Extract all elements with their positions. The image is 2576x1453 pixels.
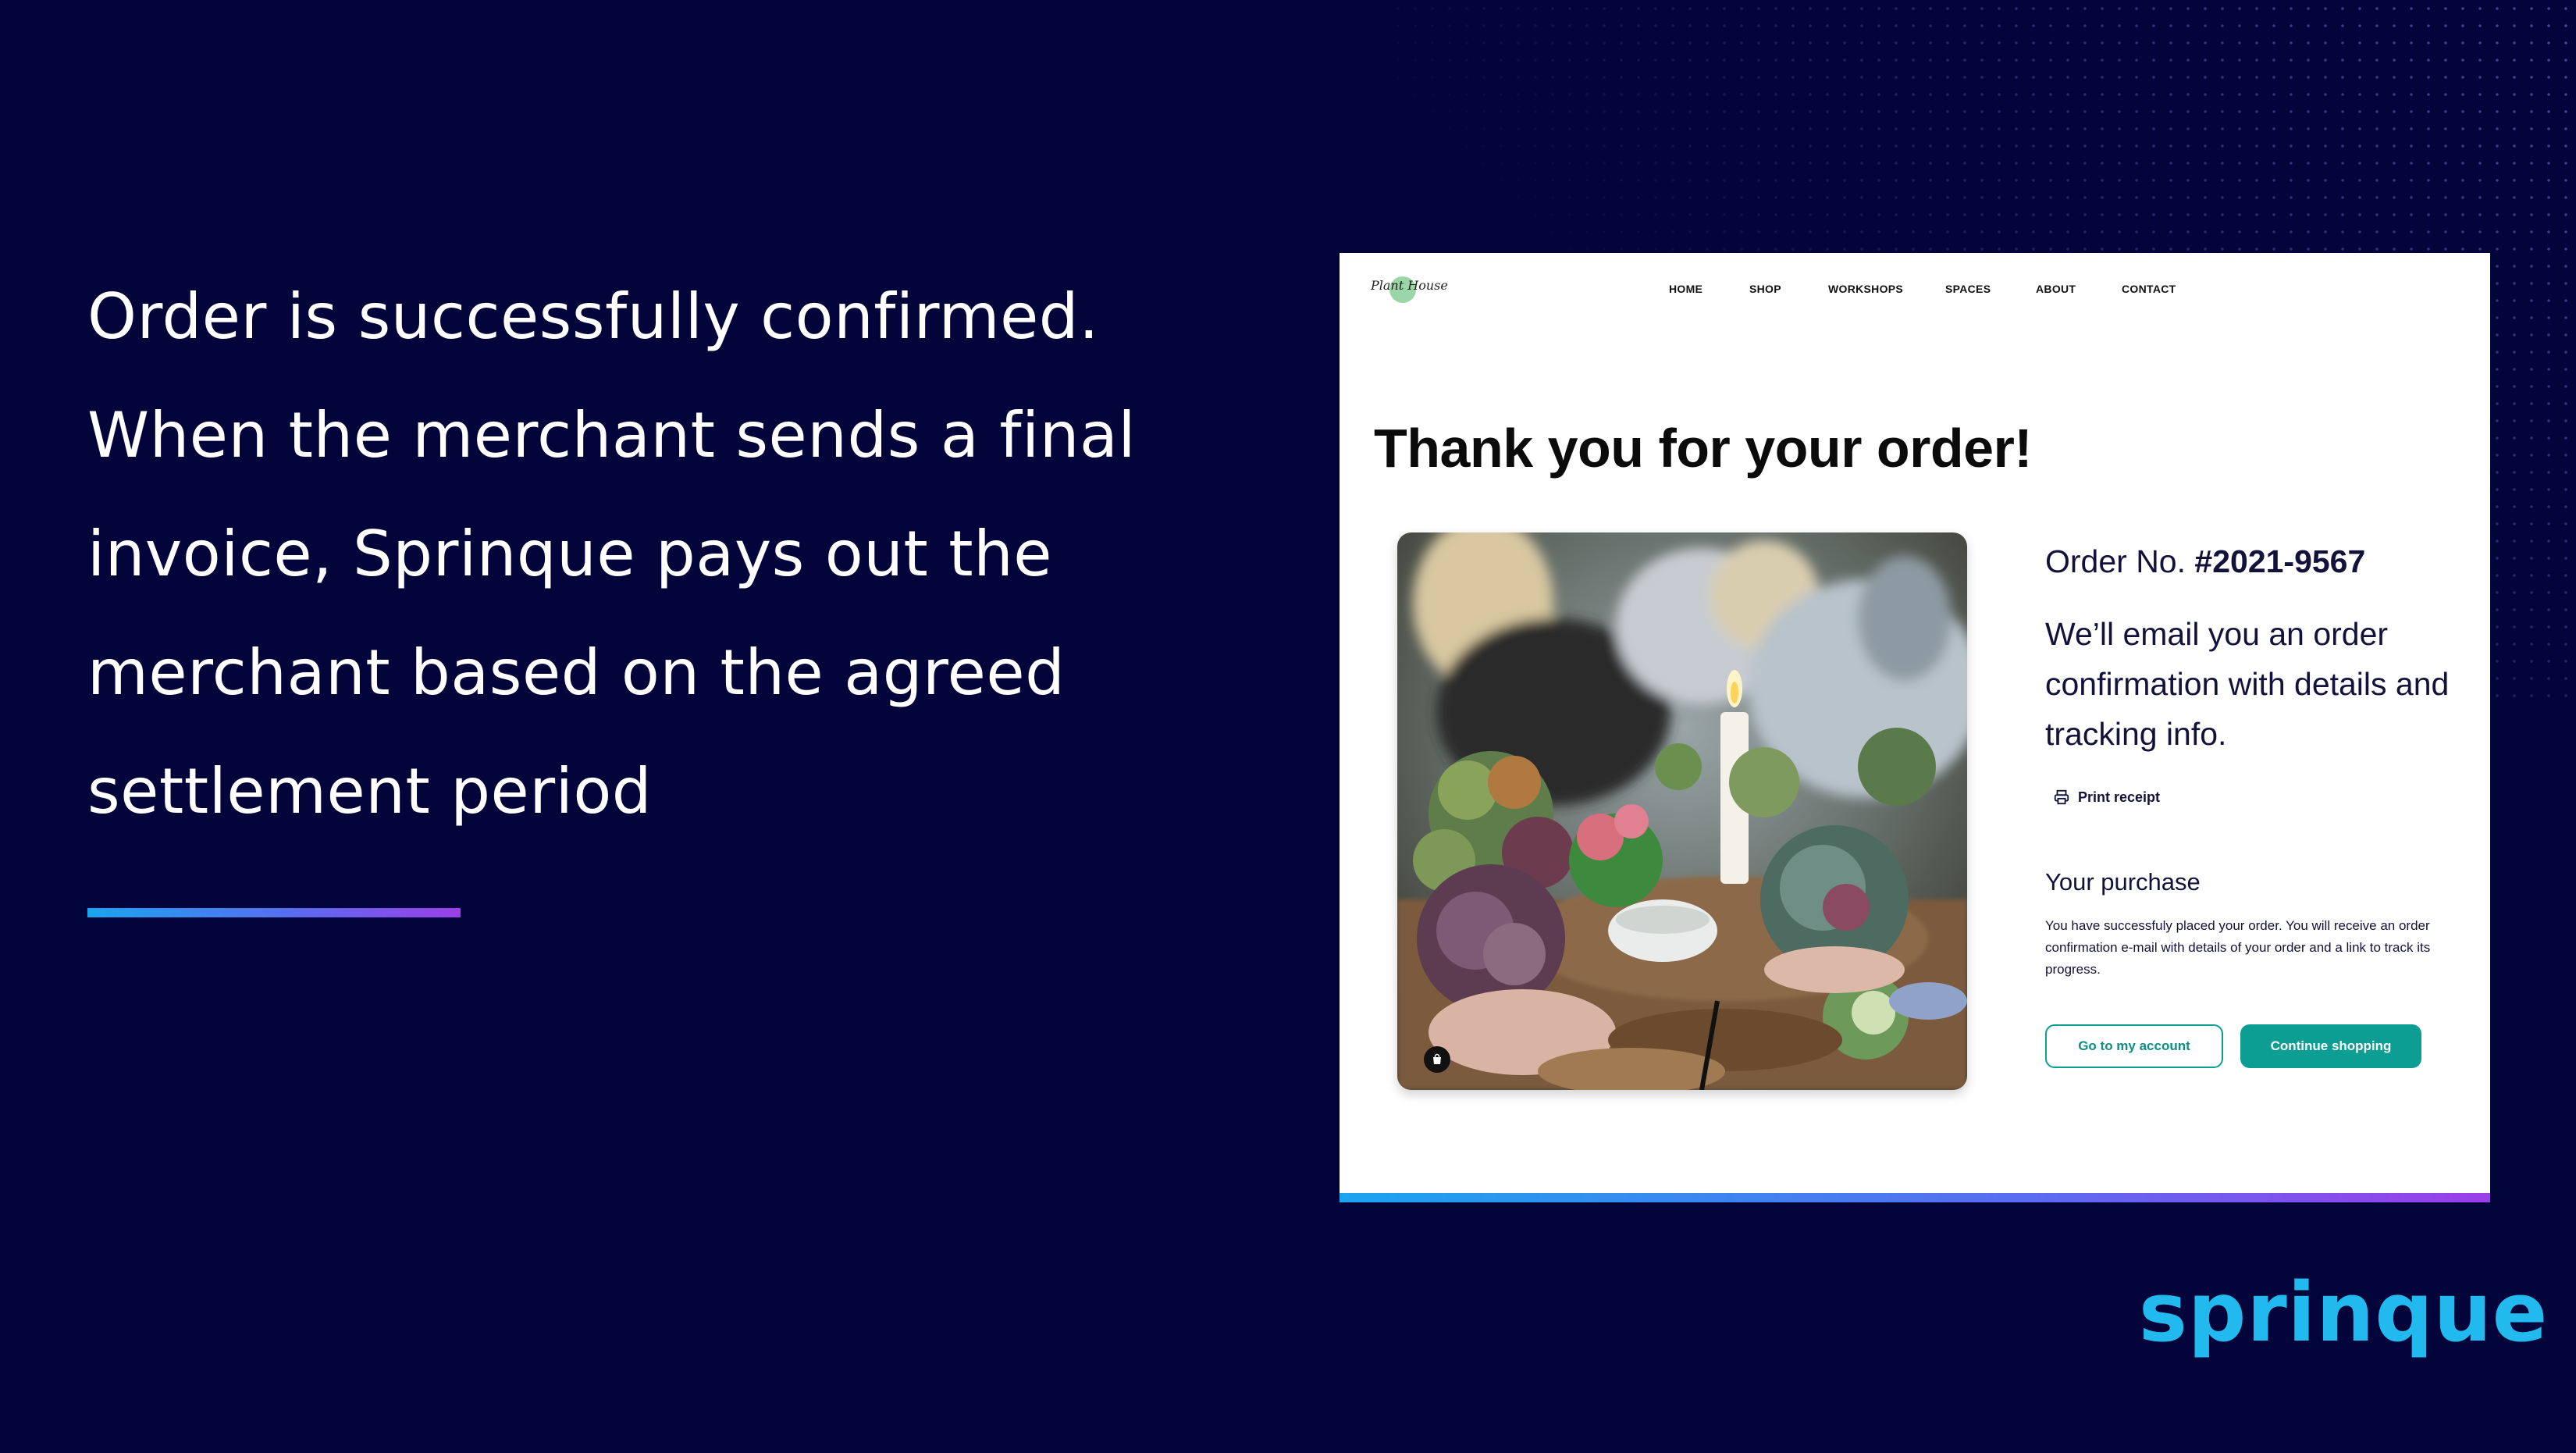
order-label: Order No.: [2045, 543, 2186, 579]
email-confirmation-message: We’ll email you an order confirmation wi…: [2045, 616, 2450, 752]
nav-about[interactable]: ABOUT: [2036, 283, 2076, 295]
purchase-heading: Your purchase: [2045, 868, 2201, 896]
purchase-description: You have successfuly placed your order. …: [2045, 918, 2431, 977]
nav-workshops[interactable]: WORKSHOPS: [1828, 283, 1903, 295]
sprinque-logo: sprinque: [2139, 1265, 2549, 1360]
workshop-photo: [1397, 532, 1967, 1090]
headline-line-1: Order is successfully confirmed.: [87, 280, 1099, 353]
print-receipt-label: Print receipt: [2078, 789, 2161, 805]
page-title: Thank you for your order!: [1374, 418, 2033, 479]
card-accent-bar: [1340, 1193, 2490, 1202]
print-receipt-link[interactable]: Print receipt: [2053, 789, 2160, 806]
headline-line-3: invoice, Sprinque pays out the: [87, 518, 1053, 590]
headline-line-2: When the merchant sends a final: [87, 399, 1137, 472]
accent-underline: [87, 908, 461, 917]
main-nav: HOME SHOP WORKSHOPS SPACES ABOUT CONTACT: [1340, 283, 2490, 298]
headline-line-5: settlement period: [87, 755, 653, 828]
go-to-account-button[interactable]: Go to my account: [2045, 1024, 2223, 1068]
order-number-line: Order No. #2021-9567: [2045, 543, 2365, 580]
nav-home[interactable]: HOME: [1669, 283, 1703, 295]
nav-contact[interactable]: CONTACT: [2122, 283, 2176, 295]
nav-spaces[interactable]: SPACES: [1945, 283, 1991, 295]
shopping-bag-icon[interactable]: [1424, 1046, 1450, 1073]
printer-icon: [2054, 789, 2069, 805]
nav-shop[interactable]: SHOP: [1749, 283, 1781, 295]
order-number: #2021-9567: [2194, 543, 2366, 579]
headline-line-4: merchant based on the agreed: [87, 636, 1066, 709]
slide-headline: Order is successfully confirmed. When th…: [87, 258, 1196, 851]
order-confirmation-screenshot: Plant House HOME SHOP WORKSHOPS SPACES A…: [1340, 253, 2490, 1202]
continue-shopping-button[interactable]: Continue shopping: [2240, 1024, 2421, 1068]
